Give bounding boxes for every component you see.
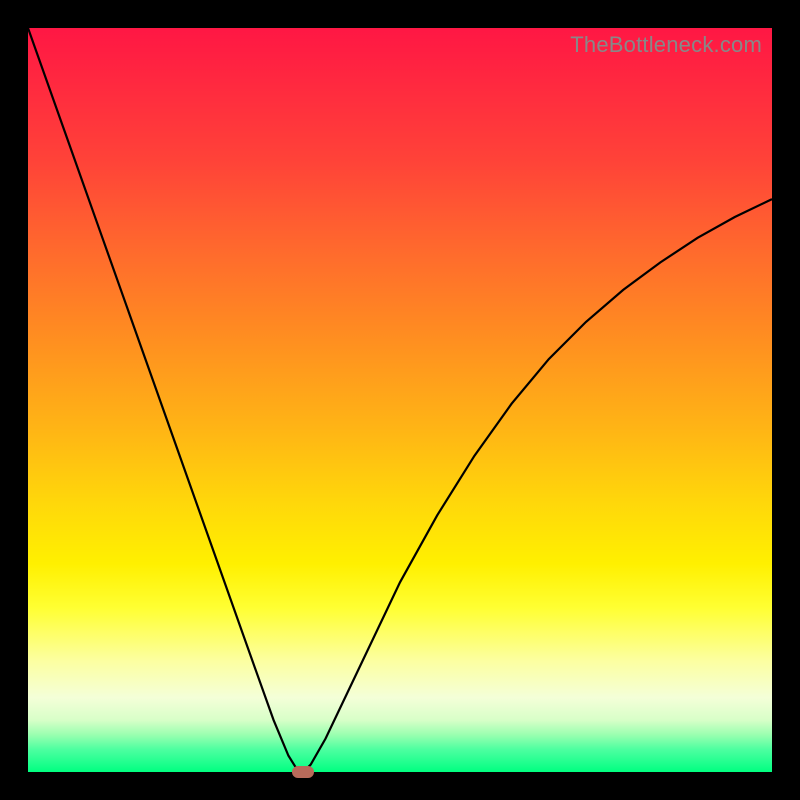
bottleneck-curve (28, 28, 772, 772)
chart-frame: TheBottleneck.com (0, 0, 800, 800)
optimal-point-marker (292, 766, 314, 778)
chart-plot-area: TheBottleneck.com (28, 28, 772, 772)
